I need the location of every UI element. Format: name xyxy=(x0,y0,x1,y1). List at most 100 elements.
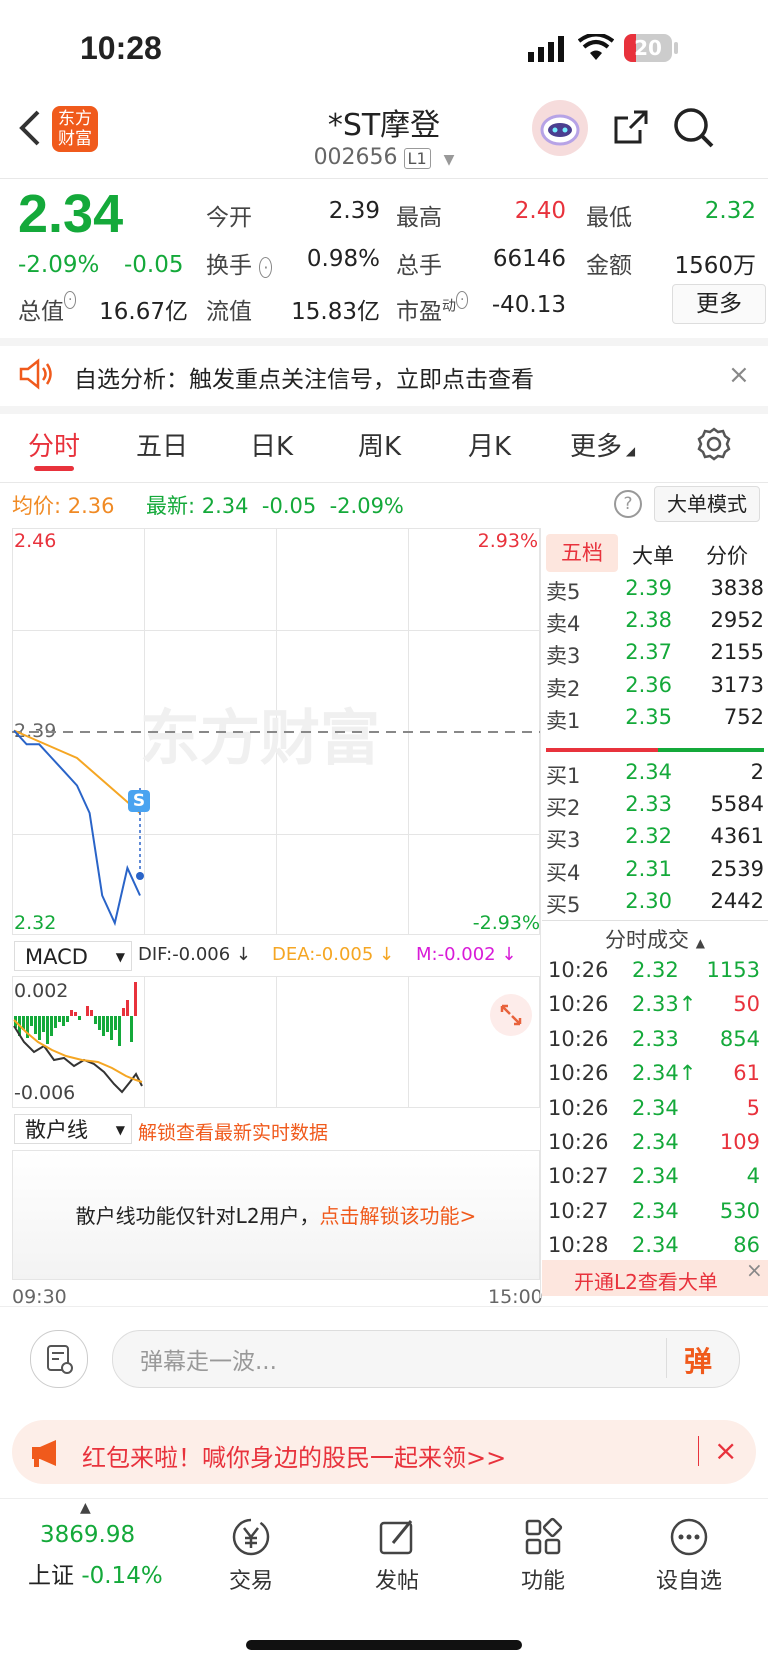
tab-daily-k[interactable]: 日K xyxy=(250,426,293,463)
big-order-mode-button[interactable]: 大单模式 xyxy=(654,486,760,522)
help-icon[interactable]: ? xyxy=(614,490,642,518)
trade-row: 10:27 2.34 530 xyxy=(546,1199,764,1229)
avg-price-line xyxy=(13,729,141,814)
divider xyxy=(0,406,768,414)
trade-time: 10:27 xyxy=(548,1164,609,1189)
trade-price: 2.34 xyxy=(632,1233,679,1258)
turnover-value: 0.98% xyxy=(306,246,380,272)
trade-row: 10:27 2.34 4 xyxy=(546,1164,764,1194)
bid-label: 买5 xyxy=(546,892,581,917)
tab-weekly-k[interactable]: 周K xyxy=(358,426,401,463)
share-icon[interactable] xyxy=(612,108,650,150)
l2-banner-text[interactable]: 开通L2查看大单 xyxy=(574,1266,718,1295)
ask-row[interactable]: 卖3 2.37 2155 xyxy=(546,640,764,670)
ask-row[interactable]: 卖2 2.36 3173 xyxy=(546,673,764,703)
expand-icon[interactable] xyxy=(490,994,532,1036)
more-dots-icon xyxy=(670,1518,708,1556)
retail-lock-message: 散户线功能仅针对L2用户，点击解锁该功能> xyxy=(75,1204,477,1228)
nav-trade[interactable]: 交易 xyxy=(196,1515,306,1595)
stock-code[interactable]: 002656 L1 ▼ xyxy=(0,145,768,170)
search-icon[interactable] xyxy=(672,106,716,154)
megaphone-icon xyxy=(30,1438,64,1472)
open-value: 2.39 xyxy=(328,198,380,224)
trade-row: 10:26 2.33 854 xyxy=(546,1027,764,1057)
close-icon[interactable]: × xyxy=(714,1434,737,1467)
tab-more[interactable]: 更多 ◢ xyxy=(570,426,635,463)
float-value: 15.83亿 xyxy=(291,299,380,325)
macd-m: M:-0.002 ↓ xyxy=(416,944,517,965)
trade-price: 2.33↑ xyxy=(632,992,697,1017)
trade-price: 2.34 xyxy=(632,1130,679,1154)
bid-row[interactable]: 买5 2.30 2442 xyxy=(546,889,764,919)
trade-volume: 854 xyxy=(719,1026,760,1051)
edit-icon xyxy=(379,1520,413,1555)
index-name-change[interactable]: 上证 -0.14% xyxy=(28,1556,163,1590)
close-icon[interactable]: × xyxy=(728,360,750,390)
pe-value: -40.13 xyxy=(491,292,566,318)
mktcap-value: 16.67亿 xyxy=(99,299,188,325)
time-end: 15:00 xyxy=(488,1286,543,1308)
high-label: 最高 xyxy=(396,205,442,231)
index-expand-icon[interactable]: ▲ xyxy=(80,1500,91,1516)
close-icon[interactable]: × xyxy=(746,1258,763,1282)
info-icon: · xyxy=(64,291,77,309)
trades-title[interactable]: 分时成交 ▲ xyxy=(542,924,768,954)
tab-intraday[interactable]: 分时 xyxy=(28,426,80,463)
bid-row[interactable]: 买3 2.32 4361 xyxy=(546,824,764,854)
volume-label: 总手 xyxy=(396,253,442,279)
trade-volume: 5 xyxy=(746,1095,760,1120)
comment-placeholder: 弹幕走一波... xyxy=(140,1349,277,1375)
promo-text[interactable]: 红包来啦！喊你身边的股民一起来领>> xyxy=(82,1438,506,1473)
trade-time: 10:28 xyxy=(548,1233,609,1258)
nav-post[interactable]: 发帖 xyxy=(342,1515,452,1595)
bid-row[interactable]: 买2 2.33 5584 xyxy=(546,792,764,822)
ask-price: 2.36 xyxy=(625,672,672,697)
notice-text[interactable]: 自选分析：触发重点关注信号，立即点击查看 xyxy=(74,360,534,394)
trade-row: 10:26 2.32 1153 xyxy=(546,958,764,988)
retail-unlock-button[interactable]: 点击解锁该功能> xyxy=(320,1204,477,1228)
comment-list-icon[interactable] xyxy=(30,1330,88,1388)
bid-row[interactable]: 买1 2.34 2 xyxy=(546,760,764,790)
index-value[interactable]: 3869.98 xyxy=(40,1522,135,1548)
last-price: 2.34 xyxy=(18,184,124,244)
robot-assistant-icon[interactable] xyxy=(532,100,588,156)
trade-price: 2.34↑ xyxy=(632,1061,697,1086)
trade-price: 2.33 xyxy=(632,1026,679,1051)
open-label: 今开 xyxy=(206,205,252,231)
tab-monthly-k[interactable]: 月K xyxy=(468,426,511,463)
ask-price: 2.38 xyxy=(625,608,672,633)
pe-label: 市盈动 · xyxy=(396,291,469,326)
macd-dea: DEA:-0.005 ↓ xyxy=(272,944,395,965)
retail-unlock-link[interactable]: 解锁查看最新实时数据 xyxy=(138,1118,328,1145)
nav-functions[interactable]: 功能 xyxy=(488,1515,598,1595)
trade-volume: 86 xyxy=(733,1233,760,1258)
bid-row[interactable]: 买4 2.31 2539 xyxy=(546,857,764,887)
macd-selector[interactable]: MACD ▼ xyxy=(14,941,132,971)
time-start: 09:30 xyxy=(12,1286,67,1308)
ask-volume: 2952 xyxy=(710,608,764,633)
settings-gear-icon[interactable] xyxy=(696,426,732,466)
nav-add-watchlist[interactable]: 设自选 xyxy=(634,1515,744,1595)
ask-price: 2.39 xyxy=(625,576,672,600)
macd-dif: DIF:-0.006 ↓ xyxy=(138,944,252,965)
mktcap-label: 总值 · xyxy=(18,291,77,326)
battery-tip xyxy=(674,42,678,54)
trade-price: 2.34 xyxy=(632,1095,679,1120)
bid-volume: 4361 xyxy=(710,824,764,849)
retail-line-selector[interactable]: 散户线 ▼ xyxy=(14,1114,132,1144)
orderbook-tab-price[interactable]: 分价 xyxy=(706,540,748,570)
ask-row[interactable]: 卖1 2.35 752 xyxy=(546,705,764,735)
price-line-chart xyxy=(12,729,540,927)
danmaku-send-button[interactable]: 弹 xyxy=(684,1340,712,1380)
orderbook-tab-five[interactable]: 五档 xyxy=(546,534,618,572)
tab-five-day[interactable]: 五日 xyxy=(136,426,188,463)
ask-row[interactable]: 卖4 2.38 2952 xyxy=(546,608,764,638)
ask-label: 卖1 xyxy=(546,708,581,733)
sell-signal-marker[interactable]: S xyxy=(128,790,150,812)
more-button[interactable]: 更多 xyxy=(672,284,766,324)
trade-row: 10:28 2.34 86 xyxy=(546,1233,764,1263)
ask-row[interactable]: 卖5 2.39 3838 xyxy=(546,576,764,606)
ask-volume: 3173 xyxy=(710,672,764,697)
orderbook-tab-big[interactable]: 大单 xyxy=(632,540,674,570)
bid-ask-divider xyxy=(546,748,658,752)
